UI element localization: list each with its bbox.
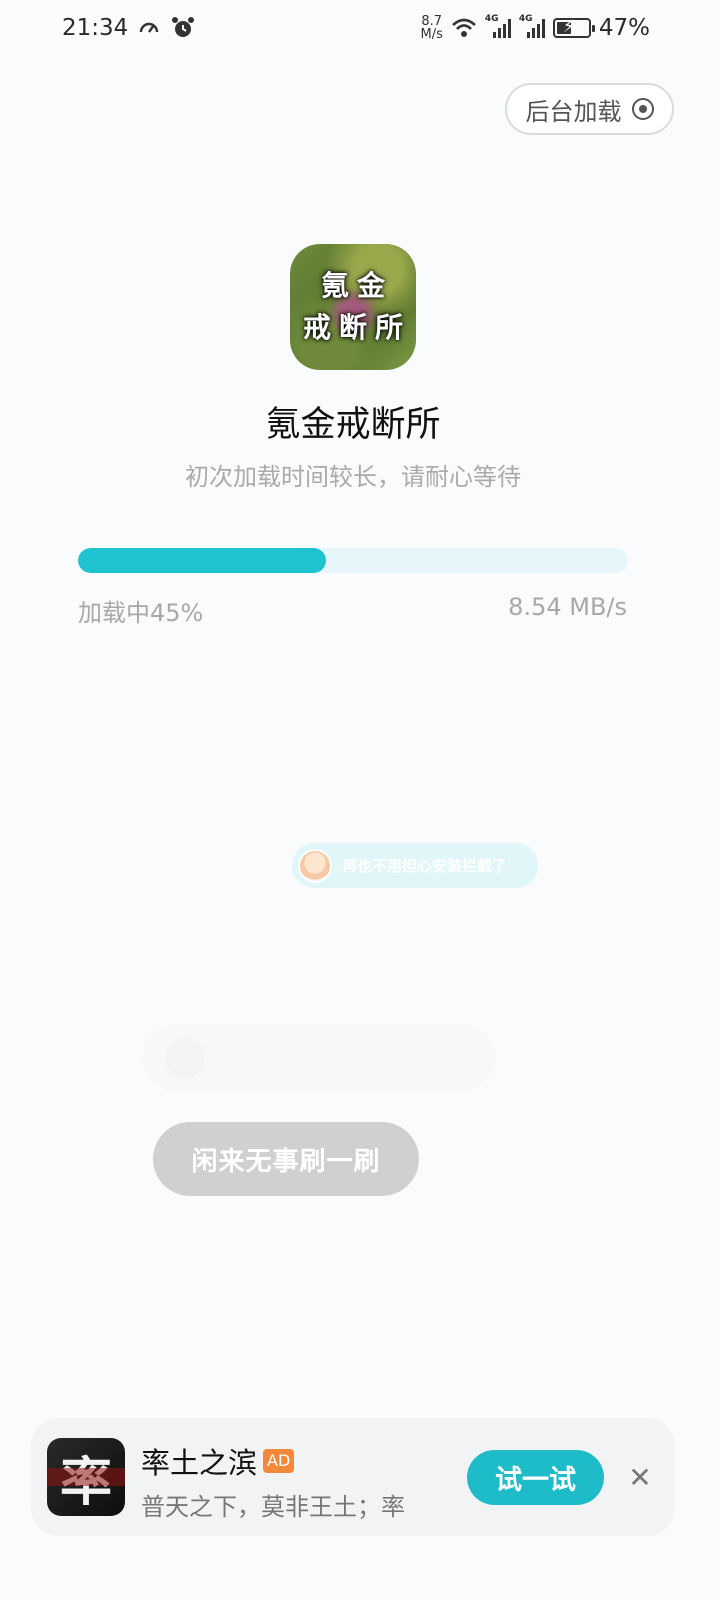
speedometer-icon — [136, 17, 162, 39]
mascot-icon — [298, 848, 332, 883]
faded-tip — [143, 1025, 495, 1091]
browse-button[interactable]: 闲来无事刷一刷 — [153, 1122, 419, 1196]
battery-percent: 47% — [598, 15, 650, 41]
download-speed: 8.54 MB/s — [508, 593, 627, 621]
app-icon: 氪金 戒断所 — [290, 244, 416, 370]
battery-icon: ⚡ — [552, 17, 595, 38]
alarm-icon — [170, 17, 196, 39]
background-load-label: 后台加载 — [525, 97, 622, 126]
status-right: 8.7 M/s 4G 4G ⚡ 47% — [421, 14, 651, 41]
install-tip-text: 再也不用担心安装拦截了 — [342, 857, 508, 875]
ad-badge: AD — [263, 1449, 295, 1473]
signal-label-2: 4G — [518, 14, 533, 24]
progress-status: 加载中45% — [78, 599, 204, 627]
cell-signal-icon-2: 4G — [519, 14, 545, 38]
progress-fill — [78, 548, 326, 573]
progress-bar — [78, 548, 628, 573]
signal-label-1: 4G — [484, 14, 499, 24]
ad-title[interactable]: 率土之滨 AD — [141, 1440, 295, 1482]
wifi-icon — [451, 17, 477, 39]
target-icon — [631, 98, 654, 120]
status-bar: 21:34 8.7 M/s 4G 4G ⚡ 47% — [0, 0, 720, 56]
network-speed: 8.7 M/s — [421, 15, 443, 41]
ad-title-text: 率土之滨 — [141, 1446, 258, 1480]
background-load-button[interactable]: 后台加载 — [505, 83, 674, 135]
status-left: 21:34 — [62, 15, 196, 41]
ad-app-icon[interactable]: 率 — [47, 1438, 125, 1516]
cell-signal-icon-1: 4G — [485, 14, 511, 38]
app-title: 氪金戒断所 — [265, 405, 441, 445]
ad-description: 普天之下，莫非王土；率 — [141, 1493, 405, 1521]
clock: 21:34 — [62, 15, 129, 41]
close-icon[interactable]: ✕ — [625, 1461, 655, 1494]
ad-banner[interactable]: 率 率土之滨 AD 普天之下，莫非王土；率 试一试 ✕ — [31, 1418, 675, 1536]
install-tip-toast: 再也不用担心安装拦截了 — [292, 843, 538, 888]
network-speed-unit: M/s — [420, 27, 443, 42]
try-button[interactable]: 试一试 — [467, 1450, 604, 1505]
app-icon-text-line1: 氪金 — [320, 269, 393, 302]
app-icon-text-line2: 戒断所 — [302, 311, 411, 344]
app-subtitle: 初次加载时间较长，请耐心等待 — [185, 463, 521, 491]
